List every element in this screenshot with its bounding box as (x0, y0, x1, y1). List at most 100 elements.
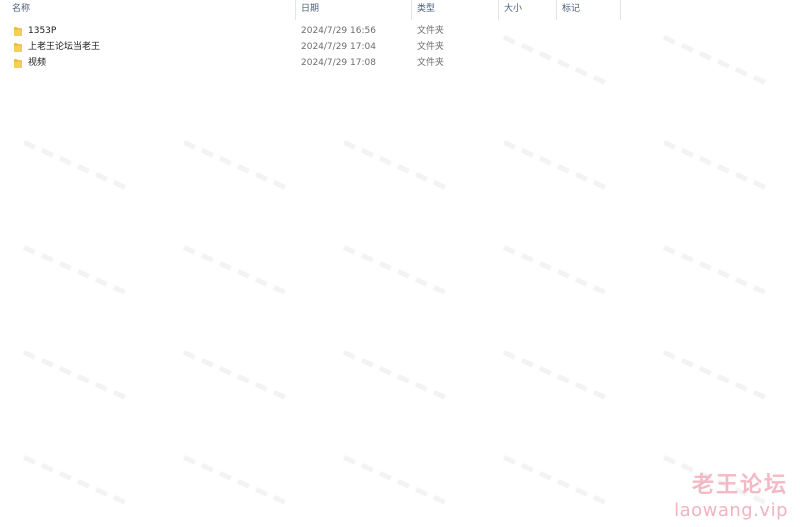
watermark-stroke (716, 269, 730, 279)
watermark-stroke (556, 373, 570, 384)
watermark-pattern (22, 34, 766, 505)
watermark-stroke (556, 479, 570, 489)
watermark-brand: 老王论坛 (691, 473, 788, 498)
watermark-stroke (112, 285, 126, 295)
watermark-stroke (716, 164, 730, 174)
watermark-stroke (112, 495, 126, 505)
watermark-stroke (432, 494, 446, 505)
watermark-stroke (218, 471, 232, 481)
watermark-stroke (76, 374, 90, 384)
watermark-stroke (94, 277, 108, 287)
watermark-stroke (520, 252, 534, 263)
watermark-stroke (414, 172, 428, 182)
watermark-stroke (698, 261, 712, 271)
watermark-stroke (592, 284, 606, 295)
watermark-stroke (58, 261, 72, 271)
watermark-stroke (716, 374, 730, 384)
watermark-stroke (414, 487, 428, 497)
watermark-stroke (680, 462, 694, 473)
watermark-stroke (396, 478, 410, 489)
watermark-stroke (592, 74, 606, 85)
watermark-stroke (502, 454, 516, 465)
watermark-stroke (538, 155, 552, 166)
watermark-stroke (574, 277, 588, 287)
watermark-stroke (342, 244, 356, 255)
watermark-stroke (698, 471, 712, 481)
watermark-stroke (680, 148, 694, 158)
file-row[interactable]: 上老王论坛当老王 2024/7/29 17:04 文件夹 (7, 39, 621, 55)
watermark-stroke (94, 381, 108, 392)
column-header-type[interactable]: 类型 (412, 0, 499, 20)
watermark-stroke (342, 350, 356, 360)
watermark-stroke (76, 269, 90, 279)
watermark-stroke (432, 390, 446, 400)
watermark-stroke (716, 59, 730, 69)
file-type: 文件夹 (417, 26, 445, 36)
watermark-stroke (22, 245, 36, 255)
watermark-stroke (94, 487, 108, 497)
watermark-stroke (254, 381, 268, 392)
file-row[interactable]: 1353P 2024/7/29 16:56 文件夹 (7, 23, 621, 39)
watermark-stroke (272, 495, 286, 505)
watermark-stroke (58, 156, 72, 166)
column-header-name[interactable]: 名称 (7, 0, 296, 20)
watermark-layer: 老王论坛 laowang.vip (0, 0, 800, 527)
watermark-stroke (112, 180, 126, 190)
watermark-stroke (254, 172, 268, 182)
watermark-stroke (40, 148, 54, 158)
watermark-stroke (218, 156, 232, 166)
watermark-stroke (574, 172, 588, 182)
watermark-stroke (734, 381, 748, 392)
watermark-stroke (734, 172, 748, 182)
column-header-date[interactable]: 日期 (296, 0, 412, 20)
watermark-stroke (182, 454, 196, 465)
watermark-stroke (254, 487, 268, 497)
column-header-size[interactable]: 大小 (499, 0, 557, 20)
watermark-stroke (662, 140, 676, 150)
watermark-stroke (538, 471, 552, 481)
watermark-stroke (236, 374, 250, 384)
watermark-stroke (272, 285, 286, 295)
column-header-tag[interactable]: 标记 (557, 0, 621, 20)
column-header: ^ 名称 日期 类型 大小 标记 (0, 0, 800, 20)
watermark-stroke (378, 471, 392, 481)
watermark-stroke (218, 261, 232, 271)
file-row[interactable]: 视频 2024/7/29 17:08 文件夹 (7, 55, 621, 71)
watermark-stroke (396, 163, 410, 174)
watermark-stroke (200, 252, 214, 263)
watermark-stroke (734, 66, 748, 77)
watermark-stroke (414, 382, 428, 392)
watermark-stroke (360, 463, 374, 473)
watermark-stroke (94, 172, 108, 182)
watermark-stroke (342, 140, 356, 150)
watermark-stroke (520, 148, 534, 158)
watermark-stroke (716, 479, 730, 489)
watermark-stroke (680, 358, 694, 368)
watermark-stroke (378, 366, 392, 376)
watermark-stroke (76, 479, 90, 489)
watermark-stroke (200, 148, 214, 158)
watermark-stroke (40, 462, 54, 473)
watermark-stroke (752, 180, 766, 190)
watermark-stroke (22, 455, 36, 465)
watermark-stroke (360, 147, 374, 158)
watermark-stroke (538, 366, 552, 376)
watermark-stroke (360, 358, 374, 368)
watermark-stroke (574, 487, 588, 497)
watermark-stroke (360, 253, 374, 263)
watermark-stroke (218, 365, 232, 376)
watermark-stroke (502, 350, 516, 360)
watermark-stroke (414, 277, 428, 287)
watermark-stroke (662, 349, 676, 360)
watermark-stroke (40, 358, 54, 368)
watermark-stroke (22, 350, 36, 360)
watermark-stroke (698, 50, 712, 61)
watermark-stroke (520, 358, 534, 368)
file-date: 2024/7/29 17:04 (301, 42, 376, 52)
watermark-stroke (200, 463, 214, 473)
watermark-stroke (662, 34, 676, 45)
watermark-stroke (432, 285, 446, 295)
file-type: 文件夹 (417, 42, 445, 52)
watermark-stroke (236, 164, 250, 174)
watermark-stroke (254, 277, 268, 287)
